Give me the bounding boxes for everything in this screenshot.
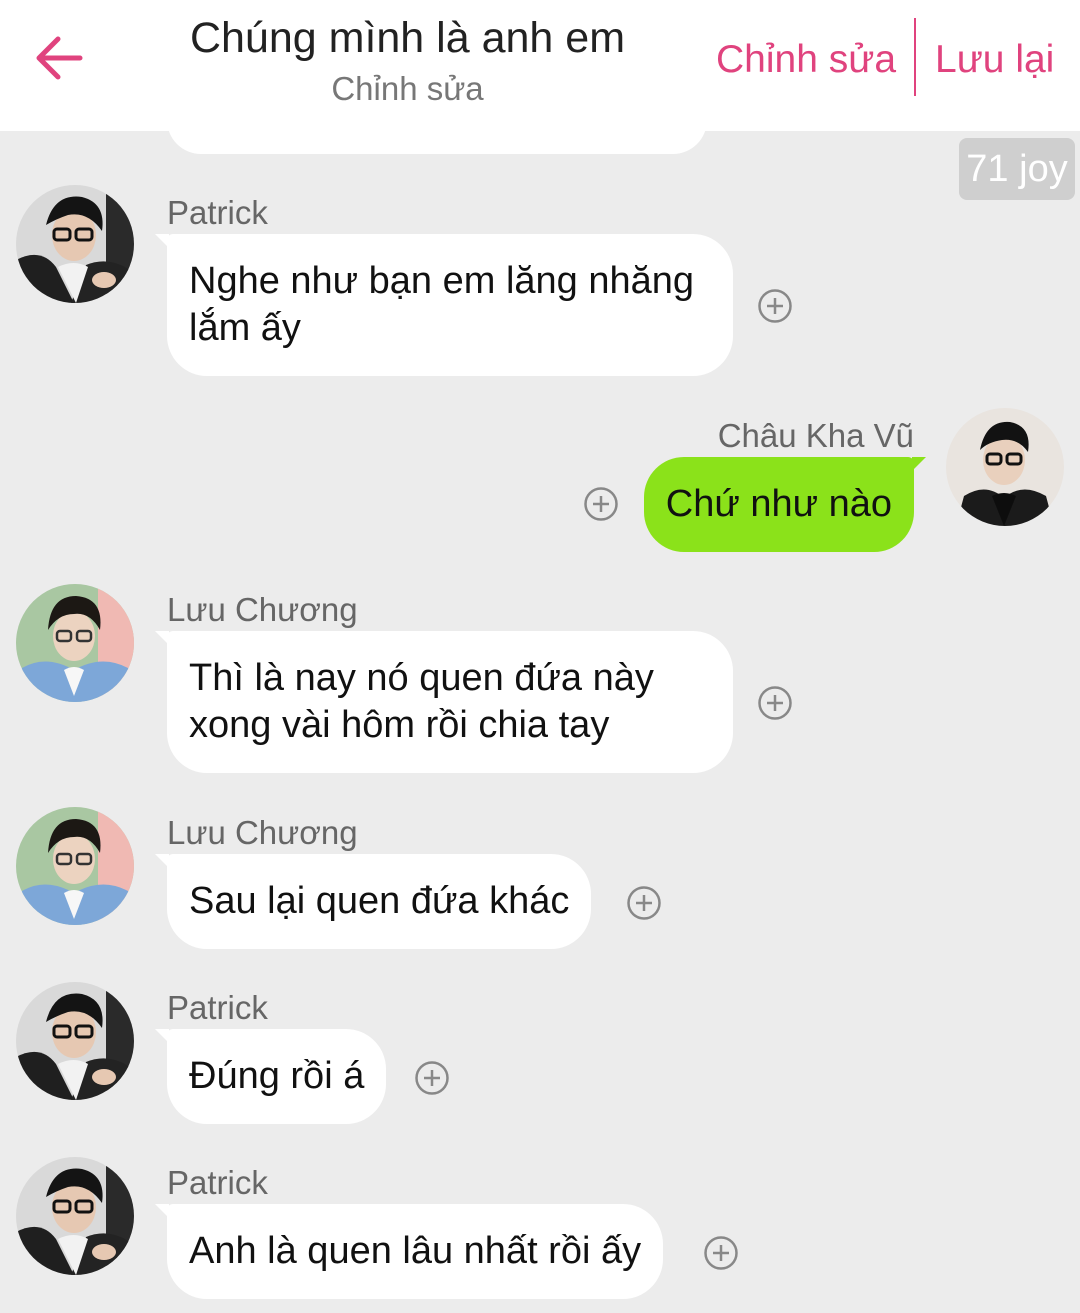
message-bubble[interactable]: Chứ như nào (643, 457, 926, 552)
page-subtitle: Chỉnh sửa (331, 70, 484, 107)
back-button[interactable] (32, 34, 84, 82)
message-bubble[interactable]: Đúng rồi á (155, 1029, 387, 1124)
sender-name: Patrick (167, 1164, 268, 1201)
message-bubble[interactable]: Anh là quen lâu nhất rồi ấy (155, 1204, 664, 1299)
message-bubble[interactable]: Thì là nay nó quen đứa này xong vài hôm … (155, 631, 733, 773)
bubble-tail (912, 457, 926, 471)
sender-name: Lưu Chương (167, 591, 358, 628)
plus-circle-icon[interactable] (583, 486, 619, 522)
sender-name: Patrick (167, 989, 268, 1026)
sender-name: Châu Kha Vũ (717, 417, 914, 454)
avatar-chau-kha-vu[interactable] (946, 408, 1064, 526)
message-bubble[interactable]: Nghe như bạn em lăng nhăng lắm ấy (155, 234, 733, 376)
title-block: Chúng mình là anh em Chỉnh sửa (150, 10, 665, 112)
message-text: Thì là nay nó quen đứa này xong vài hôm … (189, 657, 654, 746)
avatar-patrick[interactable] (16, 982, 134, 1100)
joy-badge: 71 joy (959, 138, 1075, 200)
message-text: Sau lại quen đứa khác (189, 880, 570, 922)
plus-circle-icon[interactable] (757, 288, 793, 324)
plus-circle-icon[interactable] (757, 685, 793, 721)
bubble-tail (155, 1204, 169, 1218)
bubble-tail (155, 1029, 169, 1043)
edit-button[interactable]: Chỉnh sửa (716, 36, 896, 84)
bubble-tail (155, 854, 169, 868)
avatar-luu-chuong[interactable] (16, 807, 134, 925)
avatar-patrick[interactable] (16, 1157, 134, 1275)
message-text: Chứ như nào (665, 483, 892, 525)
header-divider (914, 18, 916, 96)
plus-circle-icon[interactable] (626, 885, 662, 921)
arrow-left-icon (36, 36, 83, 80)
page-title: Chúng mình là anh em (189, 14, 626, 62)
avatar-luu-chuong[interactable] (16, 584, 134, 702)
avatar-patrick[interactable] (16, 185, 134, 303)
bubble-tail (155, 234, 169, 248)
sender-name: Lưu Chương (167, 814, 358, 851)
message-text: Nghe như bạn em lăng nhăng lắm ấy (189, 260, 695, 349)
bubble-tail (155, 631, 169, 645)
message-bubble[interactable]: Sau lại quen đứa khác (155, 854, 592, 949)
chat-header: Chúng mình là anh em Chỉnh sửa Chỉnh sửa… (0, 0, 1080, 131)
plus-circle-icon[interactable] (703, 1235, 739, 1271)
save-button[interactable]: Lưu lại (935, 36, 1054, 84)
plus-circle-icon[interactable] (414, 1060, 450, 1096)
message-text: Đúng rồi á (189, 1055, 365, 1097)
message-text: Anh là quen lâu nhất rồi ấy (189, 1230, 642, 1272)
sender-name: Patrick (167, 194, 268, 231)
